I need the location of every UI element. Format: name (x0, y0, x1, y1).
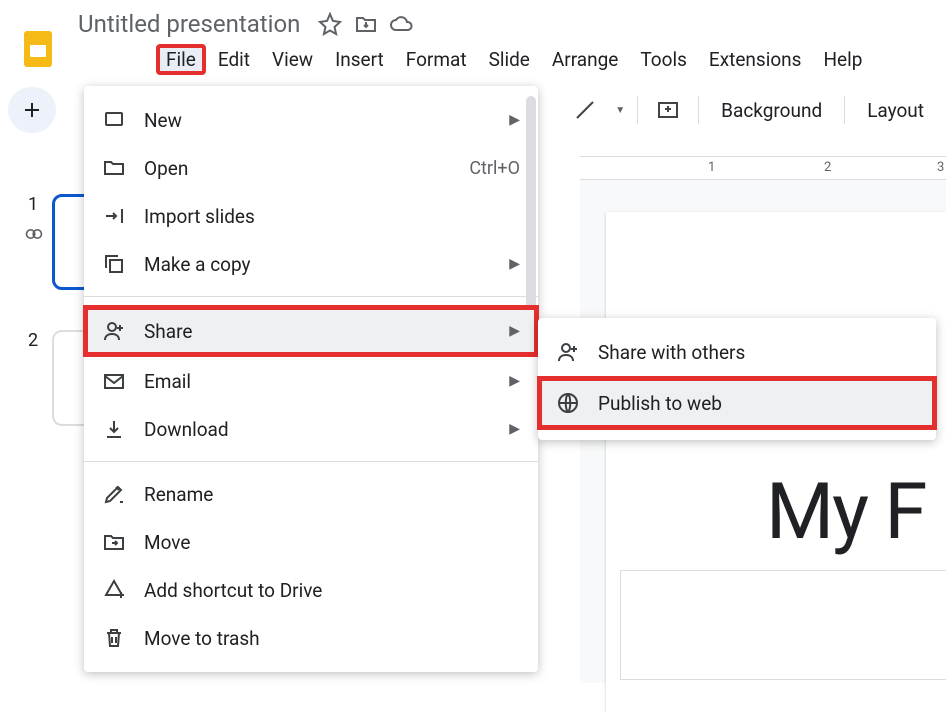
toolbar-separator (637, 96, 638, 124)
menu-add-shortcut[interactable]: Add shortcut to Drive (84, 566, 538, 614)
slides-logo[interactable] (16, 27, 60, 71)
keyboard-shortcut: Ctrl+O (469, 158, 520, 179)
new-slide-button[interactable] (8, 87, 56, 133)
globe-icon (556, 391, 580, 415)
document-title[interactable]: Untitled presentation (72, 8, 306, 40)
menu-arrange[interactable]: Arrange (542, 44, 628, 75)
menu-move-to-trash[interactable]: Move to trash (84, 614, 538, 662)
menu-move[interactable]: Move (84, 518, 538, 566)
menu-open[interactable]: Open Ctrl+O (84, 144, 538, 192)
download-icon (102, 417, 126, 441)
drive-shortcut-icon (102, 578, 126, 602)
menu-extensions[interactable]: Extensions (699, 44, 812, 75)
menu-divider (84, 296, 538, 297)
layout-button[interactable]: Layout (853, 99, 938, 122)
share-person-icon (556, 340, 580, 364)
menu-view[interactable]: View (262, 44, 323, 75)
menu-divider (84, 461, 538, 462)
email-icon (102, 369, 126, 393)
rename-icon (102, 482, 126, 506)
menu-make-copy[interactable]: Make a copy ▶ (84, 240, 538, 288)
cloud-status-icon[interactable] (390, 12, 414, 36)
menu-download[interactable]: Download ▶ (84, 405, 538, 453)
menu-help[interactable]: Help (813, 44, 872, 75)
linked-icon (24, 224, 44, 244)
background-button[interactable]: Background (707, 99, 836, 122)
menu-new[interactable]: New ▶ (84, 96, 538, 144)
move-to-folder-icon[interactable] (354, 12, 378, 36)
folder-icon (102, 156, 126, 180)
menu-insert[interactable]: Insert (325, 44, 394, 75)
trash-icon (102, 626, 126, 650)
thumb-number: 2 (28, 330, 38, 351)
thumb-number: 1 (28, 194, 38, 215)
file-dropdown-menu: New ▶ Open Ctrl+O Import slides Make a c… (84, 86, 538, 672)
star-icon[interactable] (318, 12, 342, 36)
submenu-arrow-icon: ▶ (509, 323, 520, 339)
toolbar-separator (698, 96, 699, 124)
menu-file[interactable]: File (156, 44, 206, 75)
submenu-arrow-icon: ▶ (509, 421, 520, 437)
menubar: File Edit View Insert Format Slide Arran… (156, 40, 946, 81)
copy-icon (102, 252, 126, 276)
submenu-share-with-others[interactable]: Share with others (538, 328, 936, 376)
submenu-arrow-icon: ▶ (509, 373, 520, 389)
move-folder-icon (102, 530, 126, 554)
menu-email[interactable]: Email ▶ (84, 357, 538, 405)
menu-edit[interactable]: Edit (208, 44, 260, 75)
submenu-arrow-icon: ▶ (509, 112, 520, 128)
new-icon (102, 108, 126, 132)
share-submenu: Share with others Publish to web (538, 318, 936, 440)
slide-canvas[interactable]: My F (606, 212, 946, 712)
horizontal-ruler: 1 2 3 (580, 156, 946, 180)
share-person-icon (102, 319, 126, 343)
line-tool-dropdown[interactable]: ▼ (609, 92, 629, 128)
menu-share[interactable]: Share ▶ (83, 305, 539, 357)
submenu-arrow-icon: ▶ (509, 256, 520, 272)
comment-button[interactable] (646, 92, 690, 128)
line-tool-button[interactable] (563, 92, 607, 128)
menu-import-slides[interactable]: Import slides (84, 192, 538, 240)
menu-format[interactable]: Format (396, 44, 477, 75)
menu-rename[interactable]: Rename (84, 470, 538, 518)
submenu-publish-to-web[interactable]: Publish to web (537, 376, 937, 430)
slide-subtitle-box[interactable] (620, 570, 946, 680)
slide-title-text[interactable]: My F (766, 467, 925, 558)
menu-tools[interactable]: Tools (630, 44, 697, 75)
import-icon (102, 204, 126, 228)
toolbar-separator (844, 96, 845, 124)
menu-slide[interactable]: Slide (479, 44, 540, 75)
